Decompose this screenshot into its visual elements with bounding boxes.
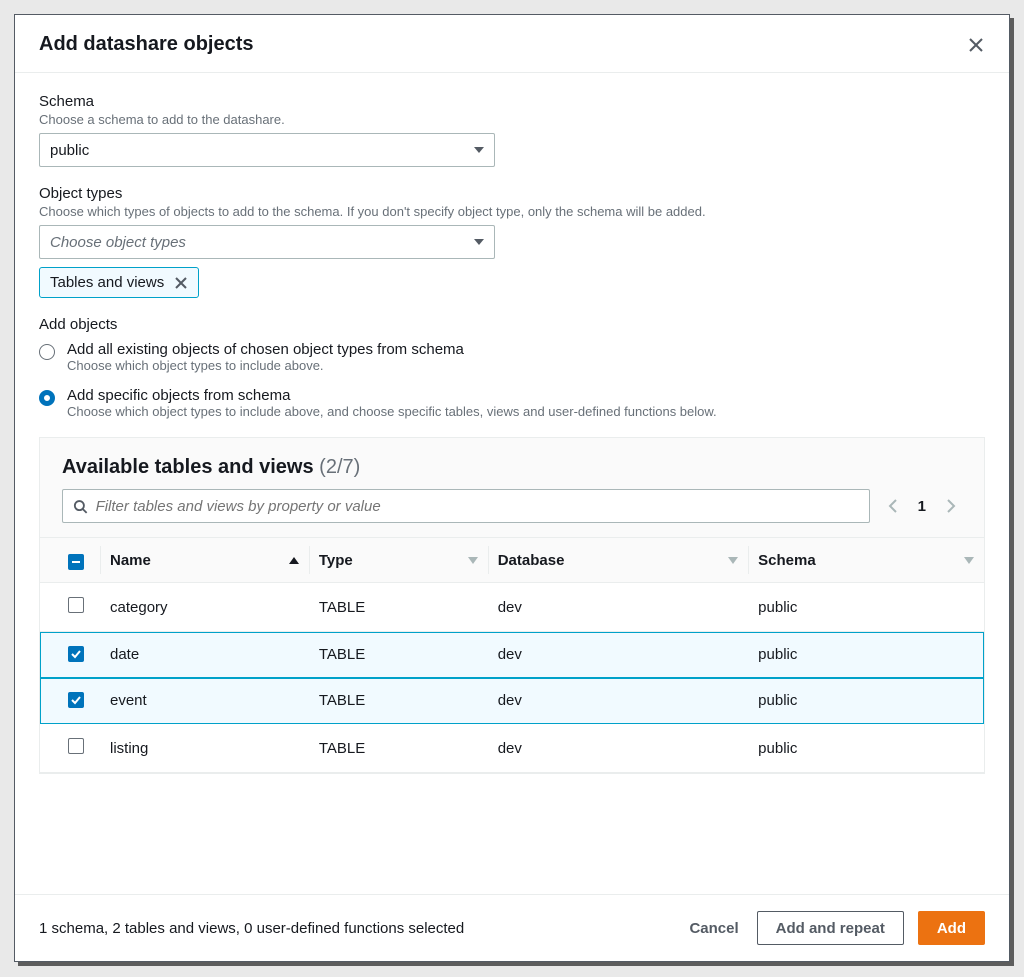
selection-status: 1 schema, 2 tables and views, 0 user-def… (39, 920, 464, 937)
caret-down-icon (474, 239, 484, 245)
cell-schema: public (748, 583, 984, 632)
search-icon (73, 499, 88, 514)
panel-title: Available tables and views (2/7) (62, 456, 360, 478)
table-row[interactable]: eventTABLEdevpublic (40, 678, 984, 724)
add-button[interactable]: Add (918, 911, 985, 945)
schema-select-value: public (50, 142, 89, 159)
cell-type: TABLE (309, 724, 488, 773)
cell-type: TABLE (309, 678, 488, 724)
schema-description: Choose a schema to add to the datashare. (39, 112, 985, 127)
modal-header: Add datashare objects (15, 15, 1009, 73)
next-page-icon[interactable] (946, 498, 956, 514)
table-row[interactable]: dateTABLEdevpublic (40, 632, 984, 678)
col-database[interactable]: Database (488, 538, 748, 583)
object-type-token: Tables and views (39, 267, 199, 298)
cell-database: dev (488, 632, 748, 678)
col-schema[interactable]: Schema (748, 538, 984, 583)
caret-down-icon (474, 147, 484, 153)
col-name[interactable]: Name (100, 538, 309, 583)
object-types-field: Object types Choose which types of objec… (39, 185, 985, 298)
row-checkbox[interactable] (68, 597, 84, 613)
cell-name: category (100, 583, 309, 632)
radio-icon (39, 390, 55, 406)
radio-icon (39, 344, 55, 360)
objects-table: Name Type Database Schema categoryTABLE (40, 537, 984, 773)
cell-name: event (100, 678, 309, 724)
col-type[interactable]: Type (309, 538, 488, 583)
sort-asc-icon (289, 557, 299, 564)
radio-add-specific[interactable]: Add specific objects from schema Choose … (39, 387, 985, 419)
table-row[interactable]: listingTABLEdevpublic (40, 724, 984, 773)
table-header-row: Name Type Database Schema (40, 538, 984, 583)
cell-database: dev (488, 583, 748, 632)
object-types-select[interactable]: Choose object types (39, 225, 495, 259)
radio-add-specific-desc: Choose which object types to include abo… (67, 404, 717, 419)
radio-add-all[interactable]: Add all existing objects of chosen objec… (39, 341, 985, 373)
filter-icon (468, 557, 478, 564)
table-row[interactable]: categoryTABLEdevpublic (40, 583, 984, 632)
footer-actions: Cancel Add and repeat Add (685, 911, 985, 945)
col-select-all[interactable] (40, 538, 100, 583)
add-objects-radio-group: Add all existing objects of chosen objec… (39, 341, 985, 419)
panel-count: (2/7) (319, 456, 360, 478)
modal-body: Schema Choose a schema to add to the dat… (15, 73, 1009, 894)
add-and-repeat-button[interactable]: Add and repeat (757, 911, 904, 945)
cell-schema: public (748, 678, 984, 724)
cell-schema: public (748, 632, 984, 678)
filter-icon (728, 557, 738, 564)
cell-schema: public (748, 724, 984, 773)
cell-database: dev (488, 724, 748, 773)
modal-title: Add datashare objects (39, 33, 254, 56)
available-objects-panel: Available tables and views (2/7) 1 (39, 437, 985, 774)
panel-header: Available tables and views (2/7) (40, 438, 984, 489)
add-objects-field: Add objects Add all existing objects of … (39, 316, 985, 419)
add-datashare-objects-modal: Add datashare objects Schema Choose a sc… (14, 14, 1010, 962)
filter-input[interactable] (96, 498, 859, 515)
token-remove-icon[interactable] (174, 276, 188, 290)
pagination: 1 (888, 498, 962, 515)
page-number: 1 (918, 498, 926, 515)
panel-tools: 1 (40, 489, 984, 537)
filter-input-wrapper[interactable] (62, 489, 870, 523)
add-objects-label: Add objects (39, 316, 985, 333)
schema-select[interactable]: public (39, 133, 495, 167)
cell-type: TABLE (309, 583, 488, 632)
select-all-checkbox[interactable] (68, 554, 84, 570)
cell-database: dev (488, 678, 748, 724)
object-types-label: Object types (39, 185, 985, 202)
row-checkbox[interactable] (68, 738, 84, 754)
schema-field: Schema Choose a schema to add to the dat… (39, 93, 985, 167)
cell-name: listing (100, 724, 309, 773)
object-types-placeholder: Choose object types (50, 234, 186, 251)
cell-type: TABLE (309, 632, 488, 678)
schema-label: Schema (39, 93, 985, 110)
cell-name: date (100, 632, 309, 678)
close-icon[interactable] (967, 36, 985, 54)
modal-footer: 1 schema, 2 tables and views, 0 user-def… (15, 894, 1009, 961)
radio-add-specific-label: Add specific objects from schema (67, 387, 717, 404)
filter-icon (964, 557, 974, 564)
object-types-description: Choose which types of objects to add to … (39, 204, 985, 219)
radio-add-all-label: Add all existing objects of chosen objec… (67, 341, 464, 358)
token-label: Tables and views (50, 274, 164, 291)
row-checkbox[interactable] (68, 646, 84, 662)
radio-add-all-desc: Choose which object types to include abo… (67, 358, 464, 373)
cancel-button[interactable]: Cancel (685, 914, 742, 943)
row-checkbox[interactable] (68, 692, 84, 708)
prev-page-icon[interactable] (888, 498, 898, 514)
